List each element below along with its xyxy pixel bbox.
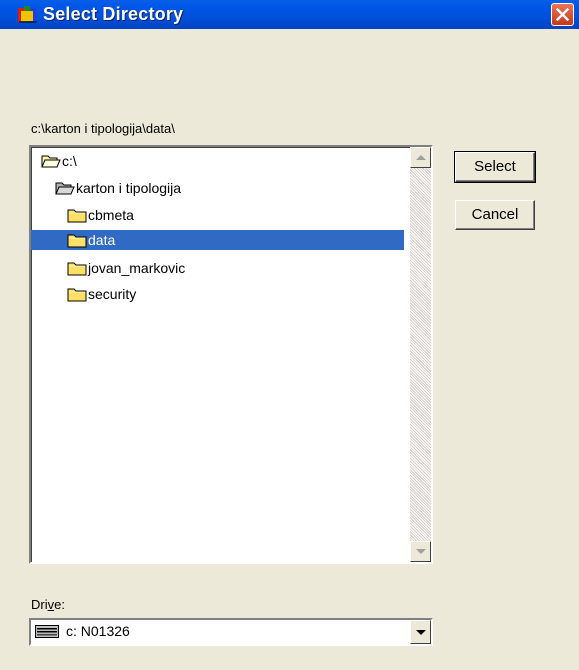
folder-icon (67, 209, 87, 223)
drive-select[interactable]: c: N01326 (29, 618, 433, 646)
application-icon (18, 6, 37, 23)
tree-item-c-root[interactable]: c:\ (41, 151, 77, 171)
folder-icon (67, 234, 87, 248)
open-folder-icon (55, 182, 75, 195)
scroll-down-button[interactable] (410, 541, 431, 562)
arrow-up-icon (416, 155, 426, 160)
select-button[interactable]: Select (454, 151, 536, 183)
tree-item-data[interactable]: data (31, 230, 404, 250)
tree-item-karton-i-tipologija[interactable]: karton i tipologija (55, 178, 181, 198)
drive-dropdown-button[interactable] (410, 620, 431, 644)
chevron-down-icon (416, 630, 426, 635)
scroll-up-button[interactable] (410, 147, 431, 168)
close-icon (556, 8, 569, 21)
folder-icon (67, 288, 87, 302)
cancel-button[interactable]: Cancel (455, 200, 535, 230)
drive-label: Drive: (31, 597, 65, 612)
tree-item-label: cbmeta (88, 207, 134, 223)
drive-value: c: N01326 (66, 623, 130, 639)
tree-item-security[interactable]: security (67, 284, 136, 304)
tree-item-label: karton i tipologija (76, 180, 182, 196)
folder-icon (67, 262, 87, 276)
tree-item-label: jovan_markovic (88, 260, 186, 276)
current-path-label: c:\karton i tipologija\data\ (31, 121, 175, 136)
directory-tree-list[interactable]: c:\ karton i tipologija cbmeta data jova… (29, 145, 433, 564)
tree-item-label: c:\ (62, 153, 77, 169)
close-button[interactable] (551, 3, 574, 26)
arrow-down-icon (416, 549, 426, 554)
tree-item-cbmeta[interactable]: cbmeta (67, 205, 134, 225)
tree-item-jovan-markovic[interactable]: jovan_markovic (67, 258, 185, 278)
open-folder-icon (41, 155, 61, 168)
title-bar[interactable]: Select Directory (0, 0, 579, 29)
vertical-scrollbar[interactable] (410, 147, 431, 562)
tree-item-label: security (88, 286, 137, 302)
tree-item-label: data (88, 232, 116, 248)
hard-drive-icon (35, 625, 59, 638)
window-title: Select Directory (43, 4, 184, 24)
